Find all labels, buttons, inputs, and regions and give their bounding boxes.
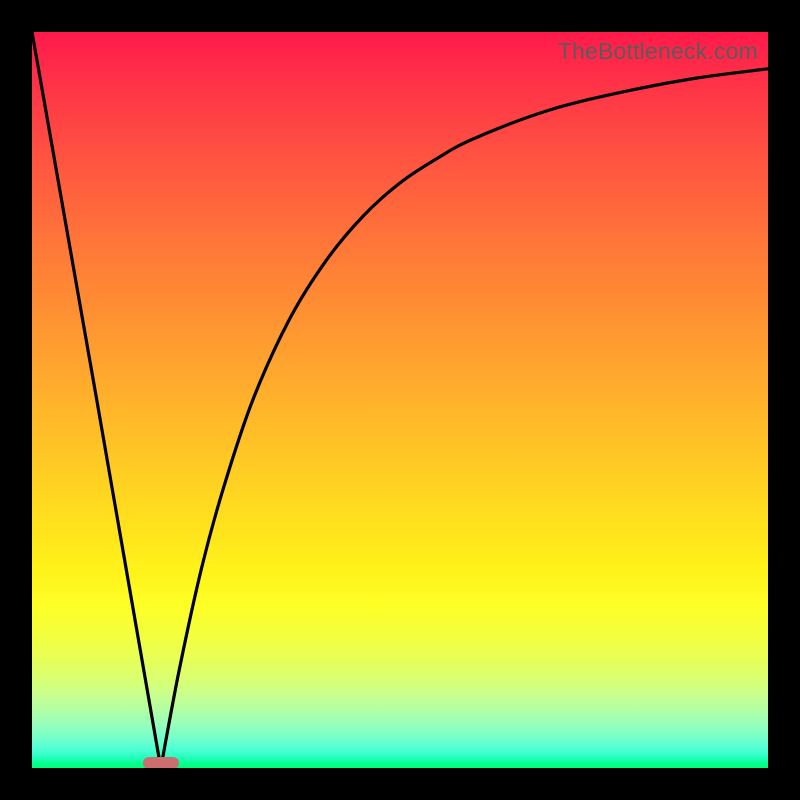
curve-path [32,32,768,768]
chart-frame: TheBottleneck.com [0,0,800,800]
bottleneck-curve [32,32,768,768]
watermark-text: TheBottleneck.com [558,38,758,65]
plot-area: TheBottleneck.com [32,32,768,768]
sweet-spot-marker [143,757,179,768]
